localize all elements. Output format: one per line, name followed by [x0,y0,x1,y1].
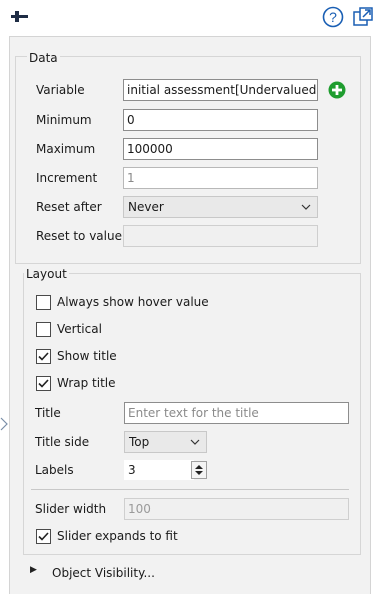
increment-label: Increment [36,171,98,185]
object-visibility-label: Object Visibility... [52,566,155,580]
minimum-label: Minimum [36,113,92,127]
title-label: Title [35,406,61,420]
labels-label: Labels [35,463,74,477]
side-collapse-arrow-icon[interactable] [0,417,8,431]
show-title-checkbox[interactable] [36,349,51,364]
labels-stepper[interactable] [191,461,207,479]
help-glyph: ? [329,9,337,25]
labels-spinner-field[interactable]: 3 [124,460,194,480]
expand-triangle-icon: ▶ [30,565,37,575]
reset-after-value: Never [128,200,164,214]
wrap-title-checkbox[interactable] [36,376,51,391]
add-variable-icon[interactable] [328,81,346,99]
variable-field[interactable]: initial assessment[Undervalued] [123,79,318,101]
vertical-checkbox[interactable] [36,322,51,337]
data-group-title: Data [27,51,60,65]
always-show-hover-label: Always show hover value [57,295,209,309]
slider-expands-checkbox[interactable] [36,529,51,544]
help-icon[interactable]: ? [322,6,344,28]
data-group: Data Variable initial assessment[Underva… [15,51,361,264]
slider-expands-label: Slider expands to fit [57,529,178,543]
layout-group: Layout Always show hover value Vertical … [23,267,361,555]
maximum-label: Maximum [36,142,96,156]
maximum-field[interactable]: 100000 [123,138,318,160]
increment-field[interactable]: 1 [123,167,318,189]
slider-width-field: 100 [124,498,349,520]
show-title-label: Show title [57,349,117,363]
title-side-dropdown[interactable]: Top [124,431,207,453]
reset-to-value-label: Reset to value [36,229,122,243]
vertical-label: Vertical [57,322,102,336]
slider-tool-icon[interactable] [10,9,30,25]
reset-to-value-field [123,225,318,247]
minimum-field[interactable]: 0 [123,109,318,131]
always-show-hover-checkbox[interactable] [36,295,51,310]
chevron-down-icon [301,197,311,223]
title-input[interactable]: Enter text for the title [124,402,349,424]
reset-after-dropdown[interactable]: Never [123,196,318,218]
popout-icon[interactable] [352,6,374,28]
stepper-down-icon [195,471,203,475]
properties-panel: Data Variable initial assessment[Underva… [9,36,371,594]
wrap-title-label: Wrap title [57,376,116,390]
reset-after-label: Reset after [36,200,102,214]
variable-label: Variable [36,83,85,97]
slider-width-label: Slider width [35,502,107,516]
chevron-down-icon [190,432,200,458]
layout-divider [31,489,349,490]
layout-group-title: Layout [24,267,69,281]
title-side-value: Top [129,435,150,449]
stepper-up-icon [195,465,203,469]
title-side-label: Title side [35,435,90,449]
